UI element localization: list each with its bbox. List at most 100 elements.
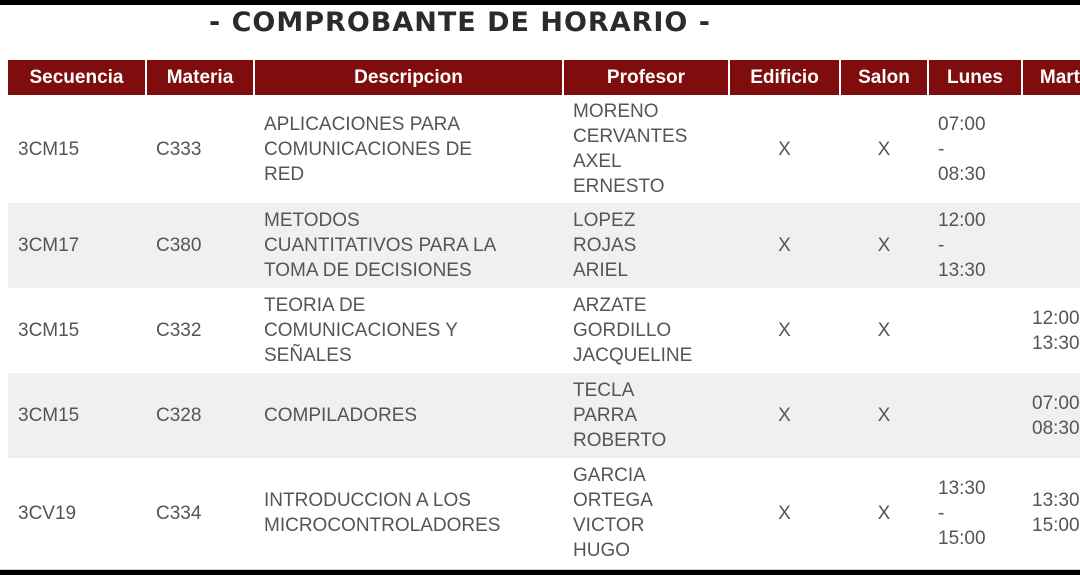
table-row: 3CM15 C333 APLICACIONES PARA COMUNICACIONES… (8, 95, 1080, 203)
cell-descripcion-line: INTRODUCCION A LOS (264, 490, 471, 511)
cell-martes-line: 13:30 (1032, 490, 1080, 511)
cell-profesor-line: JACQUELINE (573, 345, 693, 366)
cell-martes: 13:30 15:00 (1022, 458, 1080, 568)
cell-salon: X (840, 95, 928, 203)
cell-descripcion: COMPILADORES (254, 373, 563, 458)
page-title: - COMPROBANTE DE HORARIO - (209, 7, 711, 38)
cell-lunes-line: - (938, 235, 945, 256)
cell-profesor-line: PARRA (573, 405, 638, 426)
bottom-divider (0, 569, 1080, 570)
cell-edificio: X (729, 373, 840, 458)
cell-profesor-line: TECLA (573, 380, 635, 401)
cell-salon: X (840, 458, 928, 568)
cell-salon: X (840, 288, 928, 373)
cell-lunes-line: 07:00 (938, 113, 986, 135)
column-header-profesor[interactable]: Profesor (562, 60, 729, 95)
cell-martes (1022, 95, 1080, 203)
cell-profesor-line: VICTOR (573, 515, 645, 536)
cell-profesor-line: ARIEL (573, 260, 628, 281)
cell-profesor: GARCIA ORTEGA VICTOR HUGO (563, 458, 729, 568)
cell-lunes (928, 373, 1022, 458)
table-header-row: Secuencia Materia Descripcion Profesor E… (8, 60, 1080, 95)
cell-descripcion-line: RED (264, 163, 305, 185)
cell-lunes-line: 13:30 (938, 477, 986, 499)
cell-descripcion-line: APLICACIONES PARA (264, 113, 461, 135)
column-header-descripcion[interactable]: Descripcion (253, 60, 563, 95)
cell-descripcion: TEORIA DE COMUNICACIONES Y SEÑALES (254, 288, 563, 373)
cell-profesor-line: ARZATE (573, 295, 647, 316)
cell-materia: C333 (146, 95, 254, 203)
cell-profesor-line: ORTEGA (573, 490, 653, 511)
table-row: 3CV19 C334 INTRODUCCION A LOS MICROCONTROLA… (8, 458, 1080, 568)
cell-profesor-line: MORENO (573, 101, 659, 122)
cell-martes: 12:00 13:30 (1022, 288, 1080, 373)
table-row: 3CM17 C380 METODOS CUANTITATIVOS PARA LA TOM… (8, 203, 1080, 288)
cell-martes-line: 12:00 (1032, 307, 1080, 329)
cell-descripcion-line: TOMA DE DECISIONES (264, 260, 472, 281)
cell-lunes-line: 13:30 (938, 260, 986, 281)
cell-profesor-line: ROJAS (573, 235, 637, 256)
cell-secuencia: 3CM17 (8, 203, 146, 288)
column-header-salon[interactable]: Salon (839, 60, 928, 95)
cell-materia: C328 (146, 373, 254, 458)
cell-secuencia: 3CV19 (8, 458, 146, 568)
cell-descripcion-line: METODOS (264, 210, 360, 231)
cell-profesor: ARZATE GORDILLO JACQUELINE (563, 288, 729, 373)
cell-descripcion: INTRODUCCION A LOS MICROCONTROLADORES (254, 458, 563, 568)
cell-profesor-line: HUGO (573, 540, 630, 561)
cell-edificio: X (729, 95, 840, 203)
cell-profesor-line: CERVANTES (573, 126, 688, 147)
cell-profesor-line: GARCIA (573, 465, 646, 486)
cell-descripcion-line: COMPILADORES (264, 405, 418, 426)
cell-profesor-line: ERNESTO (573, 176, 665, 197)
cell-descripcion-line: COMUNICACIONES Y (264, 320, 458, 341)
cell-profesor: MORENO CERVANTES AXEL ERNESTO (563, 95, 729, 203)
cell-profesor-line: ROBERTO (573, 430, 667, 451)
cell-profesor-line: LOPEZ (573, 210, 636, 231)
column-header-martes[interactable]: Martes (1021, 60, 1080, 95)
cell-lunes: 12:00 - 13:30 (928, 203, 1022, 288)
cell-lunes (928, 288, 1022, 373)
cell-descripcion-line: TEORIA DE (264, 295, 366, 316)
cell-descripcion-line: MICROCONTROLADORES (264, 515, 501, 536)
cell-lunes: 07:00 - 08:30 (928, 95, 1022, 203)
cell-descripcion-line: SEÑALES (264, 345, 352, 366)
cell-lunes-line: 15:00 (938, 527, 986, 549)
schedule-table: Secuencia Materia Descripcion Profesor E… (8, 60, 1080, 568)
cell-descripcion-line: CUANTITATIVOS PARA LA (264, 235, 497, 256)
cell-martes-line: 15:00 (1032, 515, 1080, 536)
cell-profesor: LOPEZ ROJAS ARIEL (563, 203, 729, 288)
schedule-body: 3CM15 C333 APLICACIONES PARA COMUNICACIONES… (8, 95, 1080, 568)
cell-martes-line: 13:30 (1032, 332, 1080, 354)
cell-edificio: X (729, 458, 840, 568)
cell-descripcion: METODOS CUANTITATIVOS PARA LA TOMA DE DECI… (254, 203, 563, 288)
cell-lunes-line: - (938, 502, 945, 524)
cell-materia: C334 (146, 458, 254, 568)
table-row: 3CM15 C328 COMPILADORES TECLA PARRA ROBERTO X X… (8, 373, 1080, 458)
column-header-edificio[interactable]: Edificio (728, 60, 840, 95)
cell-lunes-line: - (938, 138, 945, 160)
cell-profesor-line: GORDILLO (573, 320, 672, 341)
cell-lunes-line: 08:30 (938, 163, 986, 185)
cell-materia: C332 (146, 288, 254, 373)
cell-profesor: TECLA PARRA ROBERTO (563, 373, 729, 458)
cell-martes (1022, 203, 1080, 288)
cell-descripcion: APLICACIONES PARA COMUNICACIONES DE RED (254, 95, 563, 203)
cell-descripcion-line: COMUNICACIONES DE (264, 138, 472, 160)
cell-lunes-line: 12:00 (938, 210, 986, 231)
cell-profesor-line: AXEL (573, 151, 622, 172)
cell-lunes: 13:30 - 15:00 (928, 458, 1022, 568)
cell-martes-line: 07:00 (1032, 392, 1080, 414)
cell-martes-line: 08:30 (1032, 417, 1080, 439)
cell-martes: 07:00 08:30 (1022, 373, 1080, 458)
column-header-secuencia[interactable]: Secuencia (8, 60, 146, 95)
cell-secuencia: 3CM15 (8, 288, 146, 373)
cell-salon: X (840, 373, 928, 458)
column-header-materia[interactable]: Materia (145, 60, 254, 95)
cell-salon: X (840, 203, 928, 288)
table-row: 3CM15 C332 TEORIA DE COMUNICACIONES Y SEÑALE… (8, 288, 1080, 373)
cell-edificio: X (729, 203, 840, 288)
cell-edificio: X (729, 288, 840, 373)
cell-secuencia: 3CM15 (8, 95, 146, 203)
column-header-lunes[interactable]: Lunes (927, 60, 1022, 95)
